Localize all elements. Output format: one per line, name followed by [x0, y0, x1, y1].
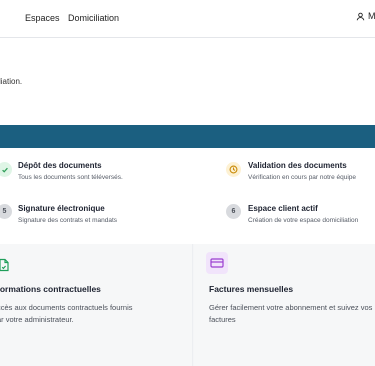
card-desc-line: factures [209, 315, 236, 324]
document-icon [0, 258, 9, 272]
card-desc-line: Gérer facilement votre abonnement et sui… [209, 303, 373, 312]
account-menu[interactable]: M [356, 11, 375, 21]
card-icon-wrap [206, 252, 228, 274]
credit-card-icon [210, 258, 224, 268]
top-header: Espaces Domiciliation M [0, 0, 375, 38]
step-number-badge: 5 [0, 204, 12, 219]
step-title-espace-client: Espace client actif [248, 204, 318, 213]
card-title: formations contractuelles [0, 284, 101, 294]
step-done-badge [0, 162, 12, 177]
card-desc-line: ccès aux documents contractuels fournis [0, 303, 133, 312]
step-progress-badge [226, 162, 241, 177]
step-desc-signature: Signature des contrats et mandats [18, 217, 118, 224]
card-informations-contractuelles[interactable]: formations contractuelles ccès aux docum… [0, 244, 193, 366]
account-label: M [368, 11, 375, 21]
step-title-validation: Validation des documents [248, 161, 347, 170]
step-desc-depot: Tous les documents sont téléversés. [18, 174, 123, 181]
card-description: Gérer facilement votre abonnement et sui… [209, 302, 375, 326]
card-title: Factures mensuelles [209, 284, 294, 294]
nav-espaces[interactable]: Espaces [25, 13, 60, 23]
nav-domiciliation[interactable]: Domiciliation [68, 13, 119, 23]
step-desc-validation: Vérification en cours par notre équipe [248, 174, 357, 181]
intro-text: liation. [0, 77, 23, 86]
step-title-signature: Signature électronique [18, 204, 105, 213]
step-title-depot: Dépôt des documents [18, 161, 102, 170]
card-factures-mensuelles[interactable]: Factures mensuelles Gérer facilement vot… [194, 244, 375, 366]
card-description: ccès aux documents contractuels fournis … [0, 302, 197, 326]
step-desc-espace-client: Création de votre espace domiciliation [248, 217, 359, 224]
card-icon-wrap [0, 254, 15, 276]
steps-panel: Dépôt des documents Tous les documents s… [0, 148, 375, 244]
check-icon [1, 167, 8, 173]
clock-icon [229, 165, 238, 174]
feature-cards: formations contractuelles ccès aux docum… [0, 244, 375, 366]
progress-banner [0, 125, 375, 148]
step-number-badge: 6 [226, 204, 241, 219]
intro-section [0, 38, 375, 125]
card-desc-line: ar votre administrateur. [0, 315, 74, 324]
user-icon [356, 12, 365, 20]
